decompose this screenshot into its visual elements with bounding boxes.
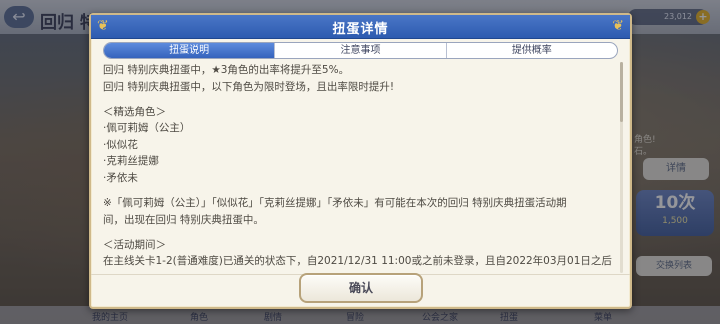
content-line: 间，出现在回归 特别庆典扭蛋中。 <box>103 213 264 226</box>
tab-gacha-description[interactable]: 扭蛋说明 <box>104 43 275 58</box>
content-line: 回归 特别庆典扭蛋中，以下角色为限时登场，且出率限时提升! <box>103 80 395 93</box>
content-line: 回归 特别庆典扭蛋中，★3角色的出率将提升至5%。 <box>103 64 350 76</box>
content-scrollbar[interactable] <box>620 62 623 273</box>
content-line: ·似似花 <box>103 138 138 151</box>
content-line: ＜精选角色＞ <box>103 105 166 118</box>
dialog-tabbar: 扭蛋说明 注意事项 提供概率 <box>103 42 618 59</box>
content-line: ·克莉丝提娜 <box>103 155 159 168</box>
confirm-button[interactable]: 确认 <box>299 273 423 303</box>
content-line: 在主线关卡1-2(普通难度)已通关的状态下，自2021/12/31 11:00或… <box>103 255 612 268</box>
tab-drop-rates[interactable]: 提供概率 <box>445 43 617 58</box>
content-line: ·矛依未 <box>103 172 138 185</box>
dialog-header: ❦ 扭蛋详情 ❦ <box>91 15 630 39</box>
content-line: ·佩可莉姆（公主） <box>103 122 191 135</box>
content-line: ＜活动期间＞ <box>103 238 166 251</box>
scrollbar-thumb[interactable] <box>620 62 623 122</box>
content-line: ※「佩可莉姆（公主）」「似似花」「克莉丝提娜」「矛依未」有可能在本次的回归 特别… <box>103 197 567 210</box>
dialog-title: 扭蛋详情 <box>332 22 389 37</box>
corner-ornament-icon: ❦ <box>612 18 624 34</box>
description-content[interactable]: 回归 特别庆典扭蛋中，★3角色的出率将提升至5%。 回归 特别庆典扭蛋中，以下角… <box>103 62 618 273</box>
tab-notes[interactable]: 注意事项 <box>274 43 445 58</box>
gacha-details-dialog: ❦ 扭蛋详情 ❦ 扭蛋说明 注意事项 提供概率 回归 特别庆典扭蛋中，★3角色的… <box>89 13 632 309</box>
